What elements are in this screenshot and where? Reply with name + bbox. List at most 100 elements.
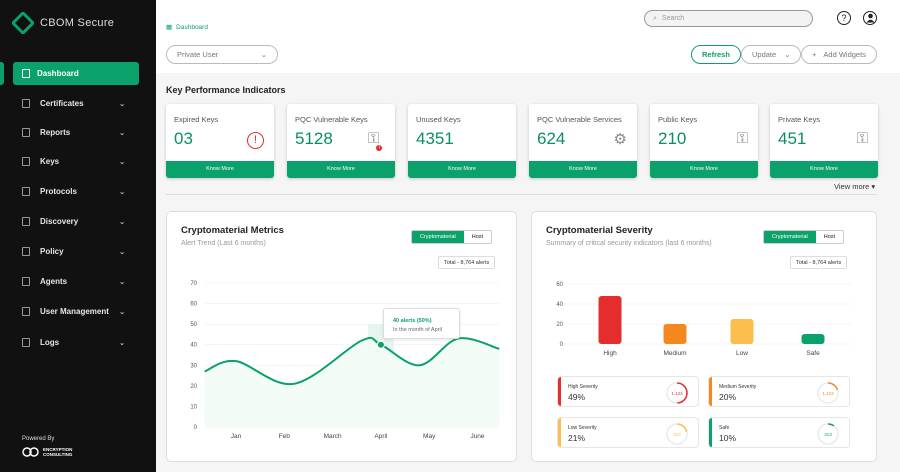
policy-icon [22,247,30,256]
know-more-button[interactable]: Know More [650,161,758,178]
bar-chart: 0 20 40 60 High Medium Low Safe [556,282,852,357]
sidebar-item-logs[interactable]: Logs ⌄ [13,331,139,354]
logs-icon [22,338,30,347]
severity-stat-card: Low Severity 21% 313 [557,417,699,448]
kpi-label: Expired Keys [174,115,219,124]
top-header: ▦ Dashboard ⌕ Search ? [156,0,900,36]
user-select[interactable]: Private User ⌄ [166,45,278,64]
y-tick-label: 10 [190,404,197,410]
know-more-button[interactable]: Know More [770,161,878,178]
sidebar-item-label: Protocols [40,187,77,196]
know-more-button[interactable]: Know More [529,161,637,178]
severity-donut: 313 [666,423,688,445]
y-tick-label: 20 [190,384,197,390]
help-icon[interactable]: ? [837,11,851,25]
line-chart: 0 10 20 30 40 50 60 70 Jan Feb March April May June [190,281,500,440]
x-tick-label: Safe [806,350,820,357]
sidebar: CBOM Secure Dashboard Certificates ⌄ Report… [0,0,156,472]
severity-color-bar [558,418,561,447]
kpi-value: 5128 [295,129,333,148]
add-widgets-button[interactable]: + Add Widgets [801,45,877,64]
kpi-value: 451 [778,129,807,148]
x-tick-label: March [324,433,342,440]
chevron-down-icon: ⌄ [119,248,125,256]
key-alert-icon: ⚿! [367,130,382,151]
kpi-title: Key Performance Indicators [166,85,286,95]
sidebar-item-label: Logs [40,338,60,347]
severity-stat-card: High Severity 49% 1,123 [557,376,699,407]
bar-medium [663,324,687,344]
toolbar: Private User ⌄ Refresh Update ⌄ + Add Widge… [156,36,900,73]
severity-percent: 10% [719,433,737,443]
tooltip-title: 40 alerts (50%) [393,318,432,324]
y-tick-label: 40 [190,343,197,349]
sidebar-item-reports[interactable]: Reports ⌄ [13,121,139,144]
know-more-button[interactable]: Know More [287,161,395,178]
x-tick-label: Low [736,350,748,357]
update-button[interactable]: Update ⌄ [741,45,802,64]
sidebar-item-agents[interactable]: Agents ⌄ [13,270,139,293]
search-icon: ⌕ [653,14,657,22]
severity-percent: 49% [568,392,586,402]
key-icon: ⚿ [736,130,748,147]
view-more-link[interactable]: View more ▾ [834,182,875,191]
bar-safe [801,334,825,344]
severity-color-bar [709,377,712,406]
sidebar-item-user-management[interactable]: User Management ⌄ [13,300,139,323]
bar-high [598,296,622,344]
severity-percent: 20% [719,392,737,402]
gear-icon: ⚙ [613,131,627,148]
highlight-point [376,340,385,349]
user-avatar-icon[interactable] [863,11,877,25]
sidebar-item-certificates[interactable]: Certificates ⌄ [13,92,139,115]
chevron-down-icon: ⌄ [119,218,125,226]
chart-tooltip: 40 alerts (50%) In the month of April [383,308,460,339]
app-logo[interactable]: CBOM Secure [12,12,114,34]
chevron-down-icon: ⌄ [119,188,125,196]
user-select-value: Private User [177,50,219,59]
protocols-icon [22,187,30,196]
bar-low [730,319,754,344]
y-tick-label: 30 [190,363,197,369]
sidebar-item-protocols[interactable]: Protocols ⌄ [13,180,139,203]
severity-label: Medium Severity [719,384,757,390]
agents-icon [22,277,30,286]
severity-stat-card: Safe 10% 313 [708,417,850,448]
know-more-button[interactable]: Know More [408,161,516,178]
user-management-icon [22,307,30,316]
y-tick-label: 20 [556,322,563,328]
encryption-consulting-logo-icon [22,447,39,457]
severity-label: High Severity [568,384,598,390]
kpi-value: 210 [658,129,687,148]
x-tick-label: Feb [279,433,291,440]
y-tick-label: 0 [560,342,564,348]
chevron-down-icon: ⌄ [260,50,267,59]
app-name: CBOM Secure [40,17,115,29]
metrics-card: Cryptomaterial Metrics Alert Trend (Last… [166,211,517,462]
vendor-logo: ENCRYPTION CONSULTING [22,447,72,457]
sidebar-item-policy[interactable]: Policy ⌄ [13,240,139,263]
know-more-button[interactable]: Know More [166,161,274,178]
refresh-button[interactable]: Refresh [691,45,741,64]
severity-label: Safe [719,425,730,431]
sidebar-item-discovery[interactable]: Discovery ⌄ [13,210,139,233]
search-input[interactable]: ⌕ Search [644,10,813,27]
kpi-card: Expired Keys 03! Know More [166,104,274,178]
x-tick-label: Medium [663,350,686,357]
x-tick-label: May [423,433,436,440]
severity-count: 313 [673,432,681,437]
kpi-value: 624 [537,129,566,148]
active-indicator [0,62,4,85]
dashboard-icon: ▦ [166,24,173,31]
dashboard-icon [22,69,30,78]
breadcrumb[interactable]: ▦ Dashboard [166,23,208,32]
chevron-down-icon: ⌄ [119,339,125,347]
sidebar-item-dashboard[interactable]: Dashboard [13,62,139,85]
severity-label: Low Severity [568,425,597,431]
key-icon: ⚿ [856,130,868,147]
sidebar-item-label: Certificates [40,99,84,108]
sidebar-item-keys[interactable]: Keys ⌄ [13,150,139,173]
keys-icon [22,157,30,166]
severity-percent: 21% [568,433,586,443]
vendor-line2: CONSULTING [43,452,73,457]
